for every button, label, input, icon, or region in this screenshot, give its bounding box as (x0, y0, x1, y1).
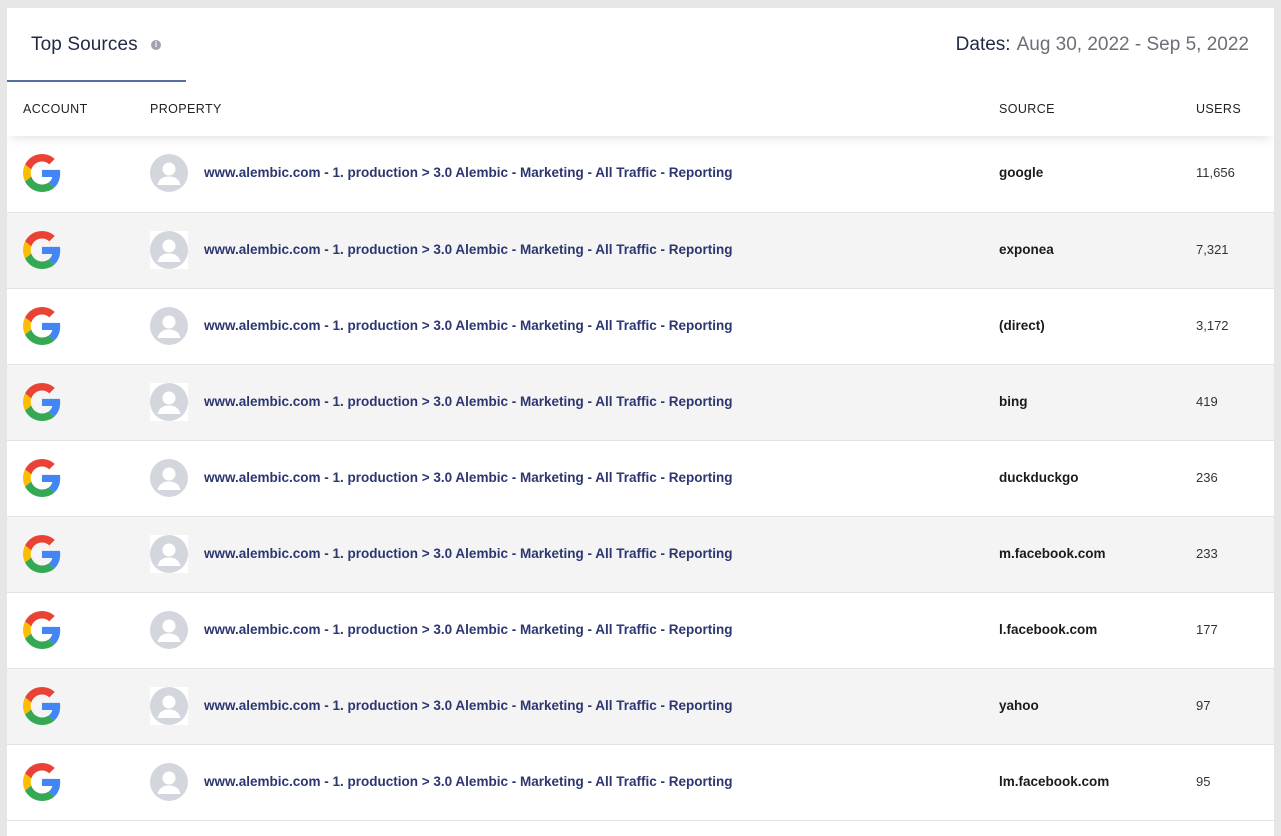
source-name: duckduckgo (999, 470, 1079, 485)
property-link[interactable]: www.alembic.com - 1. production > 3.0 Al… (204, 622, 732, 637)
users-count: 177 (1196, 622, 1218, 637)
property-avatar-icon (150, 383, 188, 421)
users-count: 95 (1196, 774, 1211, 789)
dates-range-value: Aug 30, 2022 - Sep 5, 2022 (1016, 34, 1249, 55)
property-avatar-icon (150, 154, 188, 192)
property-avatar-icon (150, 535, 188, 573)
property-avatar-icon (150, 611, 188, 649)
google-logo-icon (23, 763, 61, 801)
property-link[interactable]: www.alembic.com - 1. production > 3.0 Al… (204, 774, 732, 789)
users-count: 7,321 (1196, 242, 1229, 257)
tab-title: Top Sources (31, 34, 138, 55)
table-row: www.alembic.com - 1. production > 3.0 Al… (7, 289, 1274, 365)
users-count: 233 (1196, 546, 1218, 561)
tab-top-sources[interactable]: Top Sources i (7, 8, 186, 82)
table-row: www.alembic.com - 1. production > 3.0 Al… (7, 441, 1274, 517)
property-link[interactable]: www.alembic.com - 1. production > 3.0 Al… (204, 394, 732, 409)
google-logo-icon (23, 383, 61, 421)
source-name: l.facebook.com (999, 622, 1098, 637)
table-row: www.alembic.com - 1. production > 3.0 Al… (7, 365, 1274, 441)
top-sources-card: Top Sources i Dates: Aug 30, 2022 - Sep 5… (7, 8, 1274, 836)
property-link[interactable]: www.alembic.com - 1. production > 3.0 Al… (204, 546, 732, 561)
property-avatar-icon (150, 307, 188, 345)
google-logo-icon (23, 154, 61, 192)
source-name: google (999, 165, 1044, 180)
users-count: 236 (1196, 470, 1218, 485)
property-link[interactable]: www.alembic.com - 1. production > 3.0 Al… (204, 242, 732, 257)
property-link[interactable]: www.alembic.com - 1. production > 3.0 Al… (204, 698, 732, 713)
column-header-account[interactable]: ACCOUNT (23, 102, 88, 116)
google-logo-icon (23, 687, 61, 725)
column-header-users[interactable]: USERS (1196, 102, 1241, 116)
table-row: www.alembic.com - 1. production > 3.0 Al… (7, 136, 1274, 213)
source-name: exponea (999, 242, 1054, 257)
source-name: m.facebook.com (999, 546, 1106, 561)
property-link[interactable]: www.alembic.com - 1. production > 3.0 Al… (204, 165, 732, 180)
table-row: www.alembic.com - 1. production > 3.0 Al… (7, 745, 1274, 821)
source-name: (direct) (999, 318, 1045, 333)
users-count: 3,172 (1196, 318, 1229, 333)
info-icon[interactable]: i (151, 40, 161, 50)
source-name: bing (999, 394, 1028, 409)
users-count: 97 (1196, 698, 1211, 713)
table-body: www.alembic.com - 1. production > 3.0 Al… (7, 136, 1274, 821)
column-header-source[interactable]: SOURCE (999, 102, 1055, 116)
users-count: 419 (1196, 394, 1218, 409)
property-avatar-icon (150, 231, 188, 269)
property-avatar-icon (150, 687, 188, 725)
dates-label: Dates: (955, 34, 1011, 55)
property-avatar-icon (150, 459, 188, 497)
google-logo-icon (23, 535, 61, 573)
property-avatar-icon (150, 763, 188, 801)
source-name: lm.facebook.com (999, 774, 1110, 789)
table-row: www.alembic.com - 1. production > 3.0 Al… (7, 213, 1274, 289)
column-header-property[interactable]: PROPERTY (150, 102, 222, 116)
users-count: 11,656 (1196, 165, 1235, 180)
table-row: www.alembic.com - 1. production > 3.0 Al… (7, 517, 1274, 593)
date-range: Dates: Aug 30, 2022 - Sep 5, 2022 (956, 34, 1249, 56)
google-logo-icon (23, 611, 61, 649)
google-logo-icon (23, 231, 61, 269)
card-header: Top Sources i Dates: Aug 30, 2022 - Sep 5… (7, 8, 1274, 82)
table-header: ACCOUNT PROPERTY SOURCE USERS (7, 82, 1274, 136)
table-row: www.alembic.com - 1. production > 3.0 Al… (7, 593, 1274, 669)
property-link[interactable]: www.alembic.com - 1. production > 3.0 Al… (204, 470, 732, 485)
source-name: yahoo (999, 698, 1039, 713)
table-row: www.alembic.com - 1. production > 3.0 Al… (7, 669, 1274, 745)
google-logo-icon (23, 307, 61, 345)
google-logo-icon (23, 459, 61, 497)
property-link[interactable]: www.alembic.com - 1. production > 3.0 Al… (204, 318, 732, 333)
